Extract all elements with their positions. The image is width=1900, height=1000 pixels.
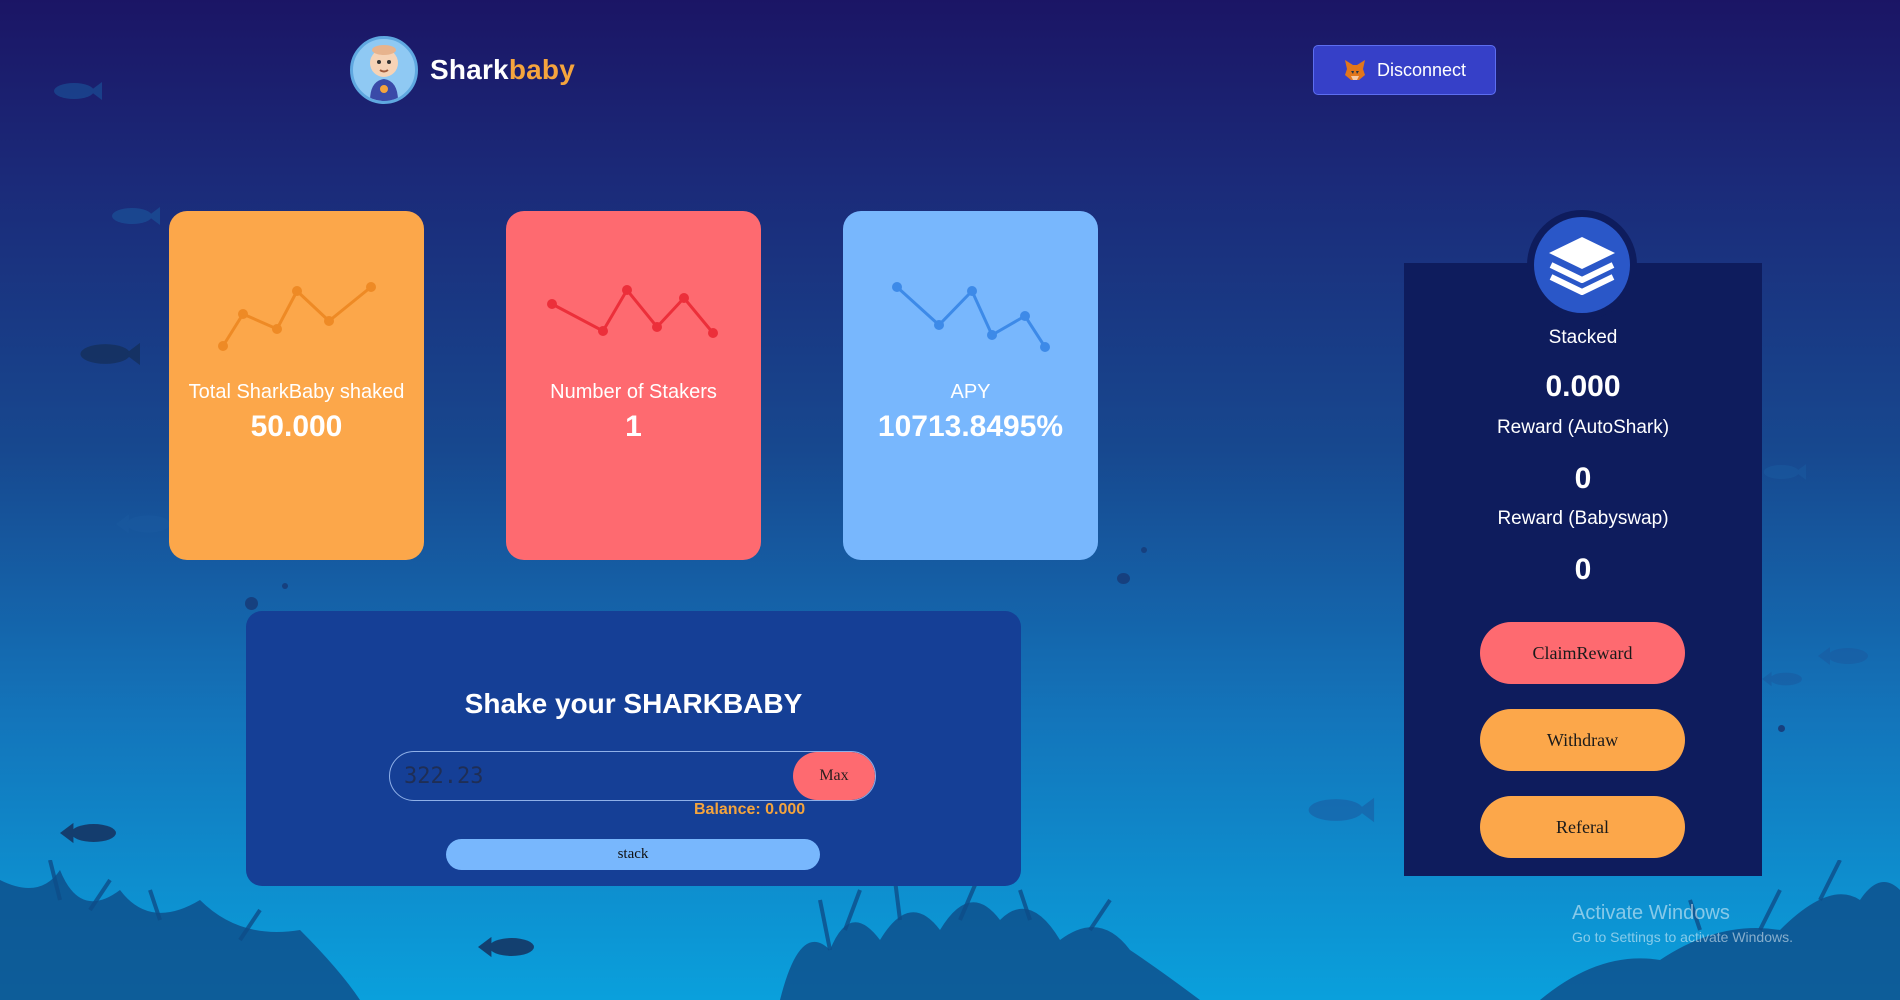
babyswap-reward-label: Reward (Babyswap) — [1497, 508, 1669, 529]
brand-logo[interactable]: Sharkbaby — [350, 36, 575, 104]
fish-decoration — [1763, 464, 1806, 480]
stat-label: Number of Stakers — [550, 381, 717, 403]
watermark-title: Activate Windows — [1572, 902, 1730, 924]
metamask-fox-icon — [1344, 60, 1365, 80]
stacked-label: Stacked — [1548, 327, 1618, 348]
line-chart-icon — [892, 282, 1050, 352]
stack-button[interactable]: stack — [446, 839, 820, 870]
brand-name: Sharkbaby — [430, 54, 575, 85]
reward-panel: Stacked 0.000 Reward (AutoShark) 0 Rewar… — [1404, 263, 1762, 876]
fish-decoration — [1762, 671, 1802, 687]
bubble-decoration — [1778, 725, 1785, 732]
stake-title: Shake your SHARKBABY — [464, 688, 803, 719]
bubble-decoration — [282, 583, 288, 589]
fish-decoration — [60, 822, 116, 844]
line-chart-icon — [218, 282, 376, 351]
stack-badge — [1527, 210, 1637, 320]
max-button[interactable]: Max — [793, 752, 875, 800]
autoshark-reward-value: 0 — [1574, 462, 1592, 495]
withdraw-button[interactable]: Withdraw — [1480, 709, 1685, 771]
stat-value: 50.000 — [250, 410, 343, 443]
bubble-decoration — [1117, 573, 1130, 584]
fish-decoration — [116, 514, 170, 534]
babyswap-reward-value: 0 — [1574, 553, 1592, 586]
claim-reward-button[interactable]: ClaimReward — [1480, 622, 1685, 684]
balance-text: Balance: 0.000 — [694, 801, 806, 818]
disconnect-label: Disconnect — [1376, 59, 1467, 80]
bubble-decoration — [245, 597, 258, 610]
fish-decoration — [80, 342, 140, 366]
stacked-value: 0.000 — [1545, 370, 1621, 403]
stake-amount-input[interactable] — [390, 752, 790, 800]
fish-decoration — [112, 207, 160, 225]
line-chart-icon — [547, 285, 718, 338]
stat-card-stakers: Number of Stakers 1 — [506, 211, 761, 560]
windows-activation-watermark: Activate Windows Go to Settings to activ… — [1572, 902, 1793, 945]
baby-avatar-icon — [350, 36, 418, 104]
stake-panel: Shake your SHARKBABY Max Balance: 0.000 … — [246, 611, 1021, 886]
stat-label: APY — [950, 381, 991, 403]
fish-decoration — [1818, 647, 1868, 665]
stat-value: 10713.8495% — [877, 410, 1064, 443]
layers-icon — [1549, 237, 1615, 295]
fish-decoration — [54, 82, 102, 100]
disconnect-button[interactable]: Disconnect — [1313, 45, 1496, 95]
stat-label: Total SharkBaby shaked — [188, 381, 405, 403]
amount-field-wrapper: Max — [389, 751, 876, 801]
bubble-decoration — [1141, 547, 1147, 553]
fish-decoration — [1308, 797, 1375, 823]
autoshark-reward-label: Reward (AutoShark) — [1496, 417, 1670, 438]
stat-card-apy: APY 10713.8495% — [843, 211, 1098, 560]
stat-value: 1 — [625, 410, 642, 443]
stat-card-total-shaked: Total SharkBaby shaked 50.000 — [169, 211, 424, 560]
watermark-subtitle: Go to Settings to activate Windows. — [1572, 929, 1793, 945]
referal-button[interactable]: Referal — [1480, 796, 1685, 858]
